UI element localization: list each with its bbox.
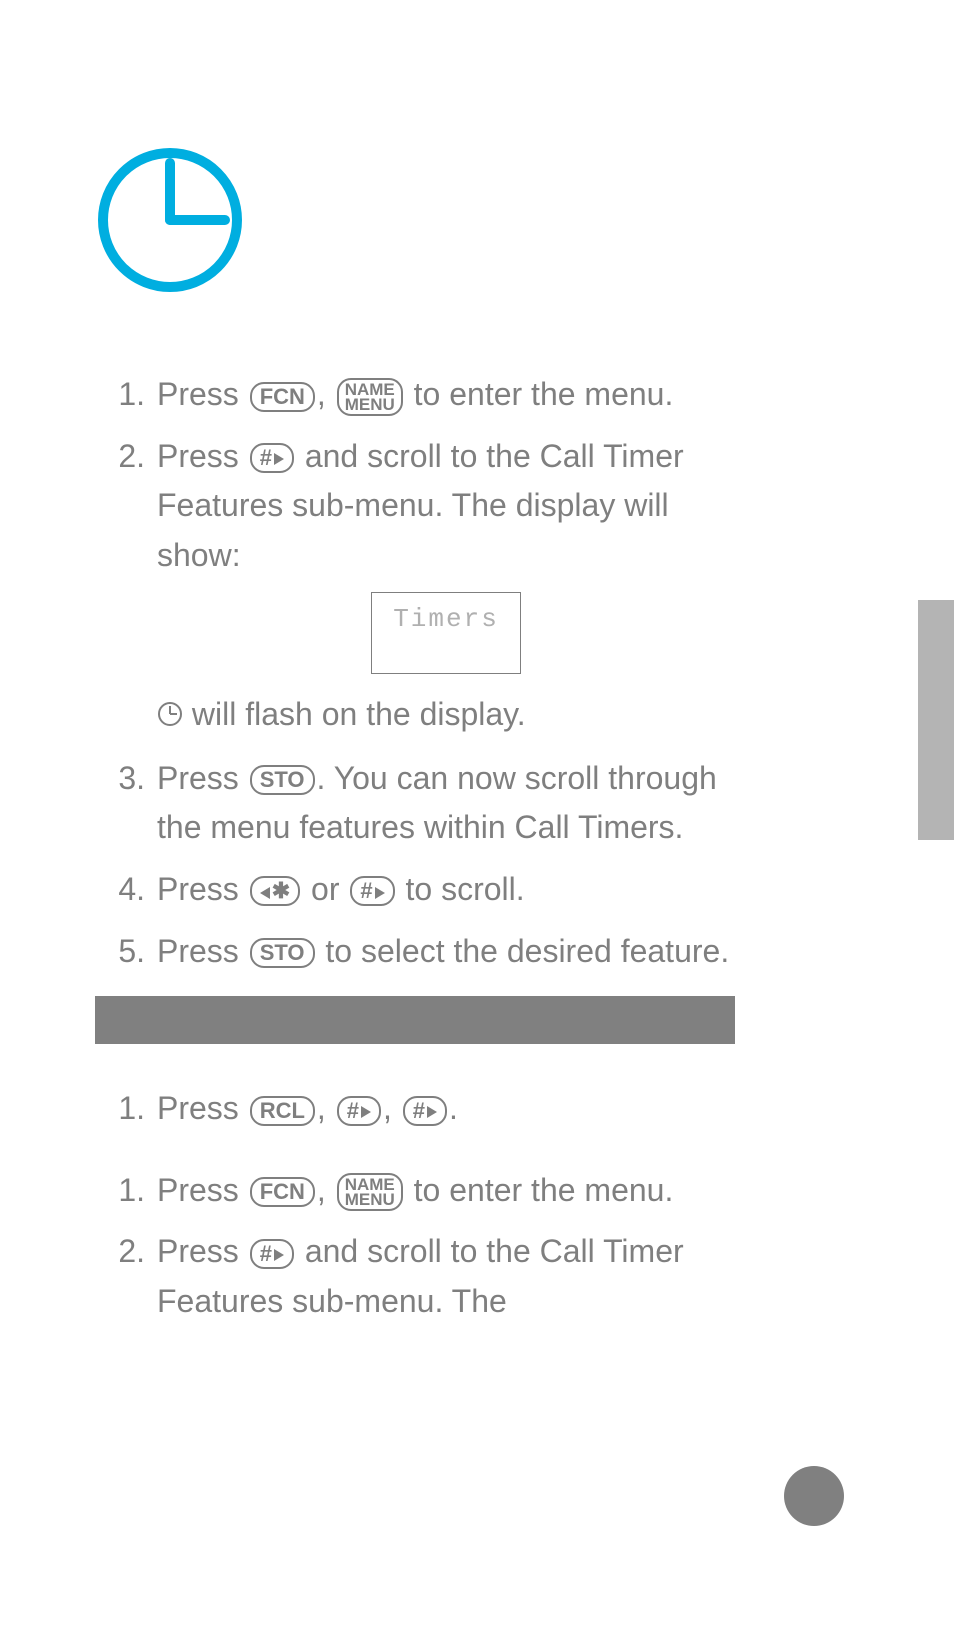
section-divider (95, 996, 735, 1044)
side-tab (918, 600, 954, 840)
step-number: 2. (95, 1227, 157, 1326)
step-text: Press STO. You can now scroll through th… (157, 754, 735, 853)
step-number: 1. (95, 370, 157, 420)
step-text: Press # and scroll to the Call Timer Fea… (157, 1227, 735, 1326)
step-number: 1. (95, 1166, 157, 1216)
instruction-list-c: 1. Press FCN, NAMEMENU to enter the menu… (95, 1166, 735, 1327)
step-number: 1. (95, 1084, 157, 1134)
step-number: 2. (95, 432, 157, 742)
fcn-key: FCN (250, 382, 315, 412)
lcd-display: Timers (371, 592, 521, 674)
hash-right-key: # (403, 1096, 447, 1126)
clock-small-icon (157, 698, 192, 734)
star-left-key: ✱ (250, 876, 300, 906)
step-text: Press STO to select the desired feature. (157, 927, 735, 977)
hash-right-key: # (337, 1096, 381, 1126)
instruction-list-b: 1. Press RCL, #, #. (95, 1084, 735, 1134)
clock-icon (95, 145, 735, 300)
step-number: 5. (95, 927, 157, 977)
rcl-key: RCL (250, 1096, 315, 1126)
hash-right-key: # (250, 443, 294, 473)
step-number: 3. (95, 754, 157, 853)
step-text: Press FCN, NAMEMENU to enter the menu. (157, 1166, 735, 1216)
name-menu-key: NAMEMENU (337, 1173, 403, 1211)
sto-key: STO (250, 938, 315, 968)
step-text: Press # and scroll to the Call Timer Fea… (157, 432, 735, 742)
page-indicator (784, 1466, 844, 1526)
page-content: 1. Press FCN, NAMEMENU to enter the menu… (95, 145, 735, 1338)
sto-key: STO (250, 765, 315, 795)
fcn-key: FCN (250, 1177, 315, 1207)
step-text: Press RCL, #, #. (157, 1084, 735, 1134)
hash-right-key: # (350, 876, 394, 906)
step-text: Press ✱ or # to scroll. (157, 865, 735, 915)
name-menu-key: NAMEMENU (337, 378, 403, 416)
instruction-list-a: 1. Press FCN, NAMEMENU to enter the menu… (95, 370, 735, 976)
step-number: 4. (95, 865, 157, 915)
hash-right-key: # (250, 1239, 294, 1269)
step-text: Press FCN, NAMEMENU to enter the menu. (157, 370, 735, 420)
